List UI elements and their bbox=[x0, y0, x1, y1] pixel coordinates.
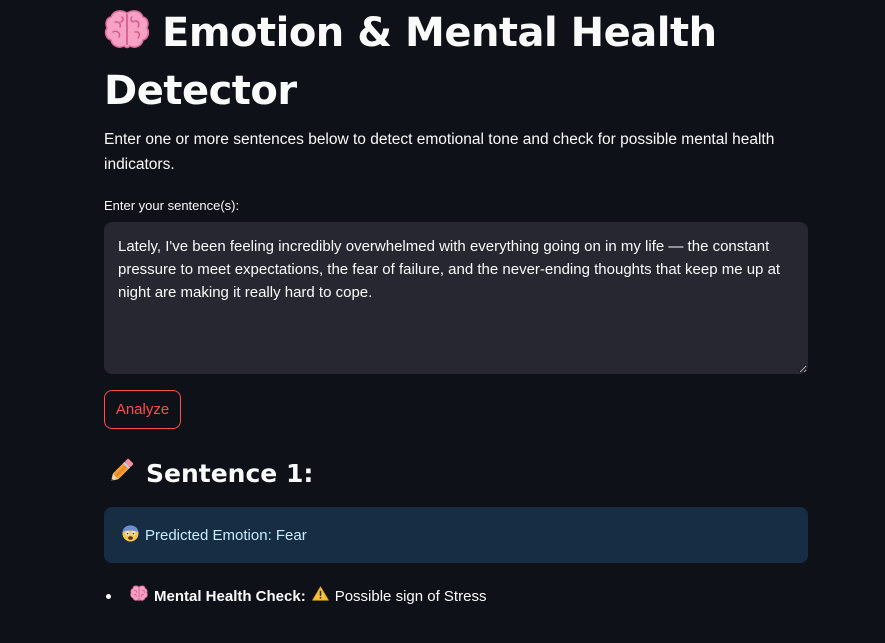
pencil-icon bbox=[106, 456, 136, 496]
sentence-input[interactable]: Lately, I've been feeling incredibly ove… bbox=[104, 222, 808, 374]
brain-icon bbox=[104, 8, 150, 64]
page-title-text: Emotion & Mental Health Detector bbox=[104, 10, 717, 114]
page-title: Emotion & Mental Health Detector bbox=[104, 6, 764, 118]
sentence-result-heading-text: Sentence 1: bbox=[146, 459, 314, 488]
sentence-input-label: Enter your sentence(s): bbox=[104, 198, 240, 213]
sentence-result-heading: Sentence 1: bbox=[106, 456, 313, 496]
result-list: Mental Health Check: Possible sign of St… bbox=[104, 585, 486, 608]
app-root: Emotion & Mental Health Detector Enter o… bbox=[0, 0, 885, 643]
predicted-emotion-alert: Predicted Emotion: Fear bbox=[104, 507, 808, 563]
mental-health-value: Possible sign of Stress bbox=[334, 587, 487, 605]
predicted-emotion-text: Predicted Emotion: Fear bbox=[145, 526, 307, 544]
warning-icon bbox=[311, 585, 329, 608]
list-item: Mental Health Check: Possible sign of St… bbox=[104, 585, 486, 608]
intro-text: Enter one or more sentences below to det… bbox=[104, 131, 775, 173]
bullet-marker bbox=[106, 594, 111, 599]
mental-health-label: Mental Health Check: bbox=[154, 587, 306, 605]
analyze-button[interactable]: Analyze bbox=[104, 390, 181, 429]
brain-icon bbox=[130, 585, 148, 608]
fearful-face-icon bbox=[122, 525, 139, 546]
